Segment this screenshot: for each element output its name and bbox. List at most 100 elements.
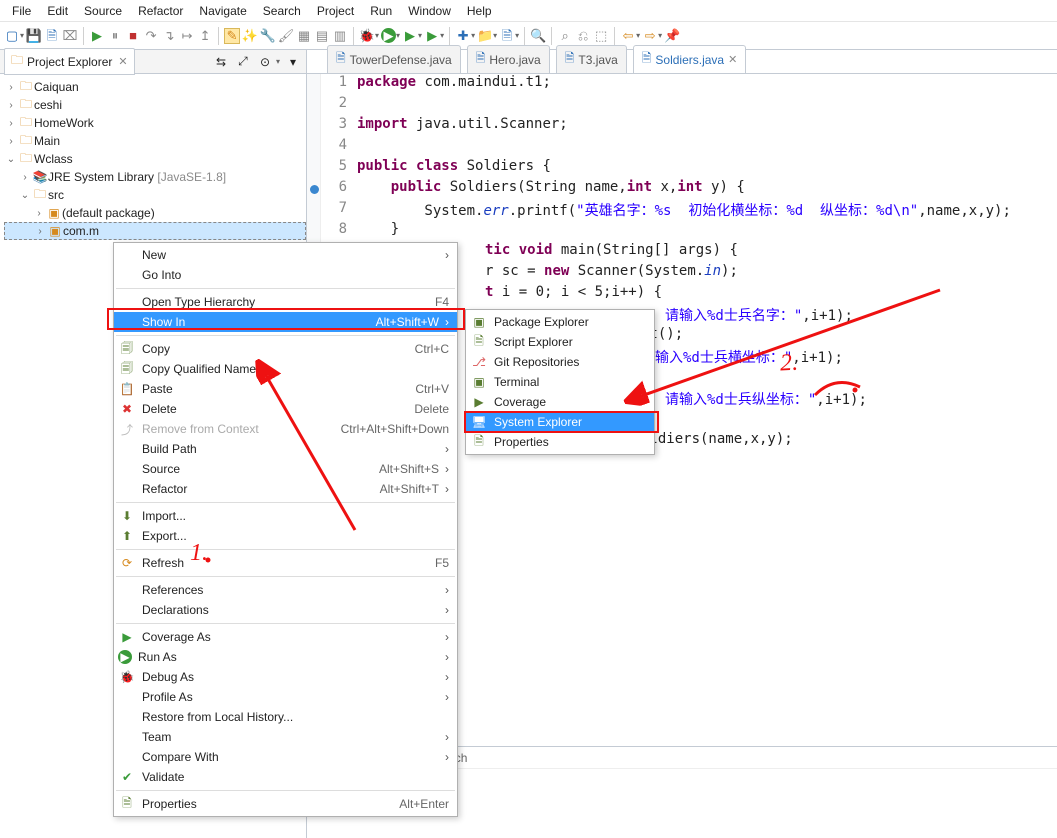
print-icon[interactable]: ⌧ (62, 28, 78, 44)
ctx-team[interactable]: Team› (114, 727, 457, 747)
menu-edit[interactable]: Edit (39, 2, 76, 20)
ctx-properties[interactable]: 🗎PropertiesAlt+Enter (114, 794, 457, 814)
sub-system-explorer[interactable]: 🖥System Explorer (466, 412, 654, 432)
run-menu-icon[interactable]: ▶ (381, 28, 396, 43)
ctx-go-into[interactable]: Go Into (114, 265, 457, 285)
back-icon[interactable]: ⇦ (620, 28, 636, 44)
menu-run[interactable]: Run (362, 2, 400, 20)
sub-properties[interactable]: 🗎Properties (466, 432, 654, 452)
editor-tab-t3[interactable]: 🗎T3.java (556, 45, 627, 73)
task1-icon[interactable]: ⌕ (557, 28, 573, 44)
sub-package-explorer[interactable]: ▣Package Explorer (466, 312, 654, 332)
editor-tab-towerdefense[interactable]: 🗎TowerDefense.java (327, 45, 461, 73)
project-explorer-tab[interactable]: 🗀 Project Explorer ✕ (4, 48, 135, 75)
ctx-copy[interactable]: 🗐CopyCtrl+C (114, 339, 457, 359)
ctx-run-as[interactable]: ▶Run As› (114, 647, 457, 667)
menu-navigate[interactable]: Navigate (191, 2, 254, 20)
ctx-copy-qualified[interactable]: 🗐Copy Qualified Name (114, 359, 457, 379)
sub-git-repos[interactable]: ⎇Git Repositories (466, 352, 654, 372)
grid1-icon[interactable]: ▦ (296, 28, 312, 44)
pause-icon[interactable]: ⏸ (107, 28, 123, 44)
wrench-icon[interactable]: 🔧 (260, 28, 276, 44)
menu-refactor[interactable]: Refactor (130, 2, 191, 20)
close-icon[interactable]: ✕ (118, 55, 127, 68)
grid3-icon[interactable]: ▥ (332, 28, 348, 44)
step-over-icon[interactable]: ↦ (179, 28, 195, 44)
project-tree[interactable]: ›🗀Caiquan ›🗀ceshi ›🗀HomeWork ›🗀Main ⌄🗀Wc… (0, 74, 306, 244)
ctx-compare[interactable]: Compare With› (114, 747, 457, 767)
paint-icon[interactable]: 🖌 (278, 28, 294, 44)
stop-icon[interactable]: ■ (125, 28, 141, 44)
ctx-coverage-as[interactable]: ▶Coverage As› (114, 627, 457, 647)
menu-source[interactable]: Source (76, 2, 130, 20)
ctx-import[interactable]: ⬇Import... (114, 506, 457, 526)
context-menu[interactable]: New› Go Into Open Type HierarchyF4 Show … (113, 242, 458, 817)
coverage-menu-icon[interactable]: ▶ (402, 28, 418, 44)
ctx-delete[interactable]: ✖DeleteDelete (114, 399, 457, 419)
collapse-all-icon[interactable]: ⇆ (212, 53, 230, 71)
external-tools-icon[interactable]: ▶ (424, 28, 440, 44)
search-icon[interactable]: 🔍 (530, 28, 546, 44)
view-menu-icon[interactable]: ▾ (284, 53, 302, 71)
project-caiquan[interactable]: Caiquan (34, 80, 79, 94)
ctx-restore[interactable]: Restore from Local History... (114, 707, 457, 727)
tree-default-pkg[interactable]: (default package) (62, 206, 155, 220)
step-icon[interactable]: ↷ (143, 28, 159, 44)
step-into-icon[interactable]: ↴ (161, 28, 177, 44)
sub-script-explorer[interactable]: 🗎Script Explorer (466, 332, 654, 352)
menu-window[interactable]: Window (400, 2, 459, 20)
menu-search[interactable]: Search (255, 2, 309, 20)
close-icon[interactable]: ✕ (728, 53, 737, 66)
task2-icon[interactable]: ⎌ (575, 28, 591, 44)
show-in-submenu[interactable]: ▣Package Explorer 🗎Script Explorer ⎇Git … (465, 309, 655, 455)
highlight-icon[interactable]: ✎ (224, 28, 240, 44)
sub-terminal[interactable]: ▣Terminal (466, 372, 654, 392)
debug-menu-icon[interactable]: 🐞 (359, 28, 375, 44)
ctx-show-in[interactable]: Show InAlt+Shift+W› (114, 312, 457, 332)
focus-task-icon[interactable]: ⊙ (256, 53, 274, 71)
project-wclass[interactable]: Wclass (34, 152, 73, 166)
ctx-new[interactable]: New› (114, 245, 457, 265)
pin-icon[interactable]: 📌 (664, 28, 680, 44)
ctx-export[interactable]: ⬆Export... (114, 526, 457, 546)
ctx-paste[interactable]: 📋PasteCtrl+V (114, 379, 457, 399)
new-java-icon[interactable]: ✚ (455, 28, 471, 44)
link-editor-icon[interactable]: ⤢ (234, 53, 252, 71)
wand-icon[interactable]: ✨ (242, 28, 258, 44)
project-homework[interactable]: HomeWork (34, 116, 94, 130)
ctx-debug-as[interactable]: 🐞Debug As› (114, 667, 457, 687)
menu-project[interactable]: Project (309, 2, 362, 20)
menu-file[interactable]: File (4, 2, 39, 20)
ctx-declarations[interactable]: Declarations› (114, 600, 457, 620)
new-pkg-icon[interactable]: 📁 (477, 28, 493, 44)
tree-com-pkg[interactable]: com.m (63, 224, 99, 238)
new-icon[interactable]: ▢ (4, 28, 20, 44)
editor-tab-soldiers[interactable]: 🗎Soldiers.java✕ (633, 45, 747, 73)
ctx-profile-as[interactable]: Profile As› (114, 687, 457, 707)
project-main[interactable]: Main (34, 134, 60, 148)
ctx-build-path[interactable]: Build Path› (114, 439, 457, 459)
tree-jre[interactable]: JRE System Library [JavaSE-1.8] (48, 170, 226, 184)
editor-tab-hero[interactable]: 🗎Hero.java (467, 45, 550, 73)
new-class-icon[interactable]: 🗎 (499, 28, 515, 44)
tree-src[interactable]: src (48, 188, 64, 202)
ctx-refresh[interactable]: ⟳RefreshF5 (114, 553, 457, 573)
task3-icon[interactable]: ⬚ (593, 28, 609, 44)
run-icon[interactable]: ▶ (89, 28, 105, 44)
grid2-icon[interactable]: ▤ (314, 28, 330, 44)
ctx-validate[interactable]: ✔Validate (114, 767, 457, 787)
ctx-source[interactable]: SourceAlt+Shift+S› (114, 459, 457, 479)
save-icon[interactable]: 💾 (26, 28, 42, 44)
script-explorer-icon: 🗎 (470, 332, 488, 353)
ctx-refactor[interactable]: RefactorAlt+Shift+T› (114, 479, 457, 499)
ctx-open-type-hierarchy[interactable]: Open Type HierarchyF4 (114, 292, 457, 312)
save-all-icon[interactable]: 🗎 (44, 28, 60, 44)
project-ceshi[interactable]: ceshi (34, 98, 62, 112)
menu-bar[interactable]: File Edit Source Refactor Navigate Searc… (0, 0, 1057, 22)
menu-help[interactable]: Help (459, 2, 500, 20)
step-out-icon[interactable]: ↥ (197, 28, 213, 44)
forward-icon[interactable]: ⇨ (642, 28, 658, 44)
ctx-references[interactable]: References› (114, 580, 457, 600)
sub-coverage[interactable]: ▶Coverage (466, 392, 654, 412)
ctx-remove[interactable]: ⤴Remove from ContextCtrl+Alt+Shift+Down (114, 419, 457, 439)
